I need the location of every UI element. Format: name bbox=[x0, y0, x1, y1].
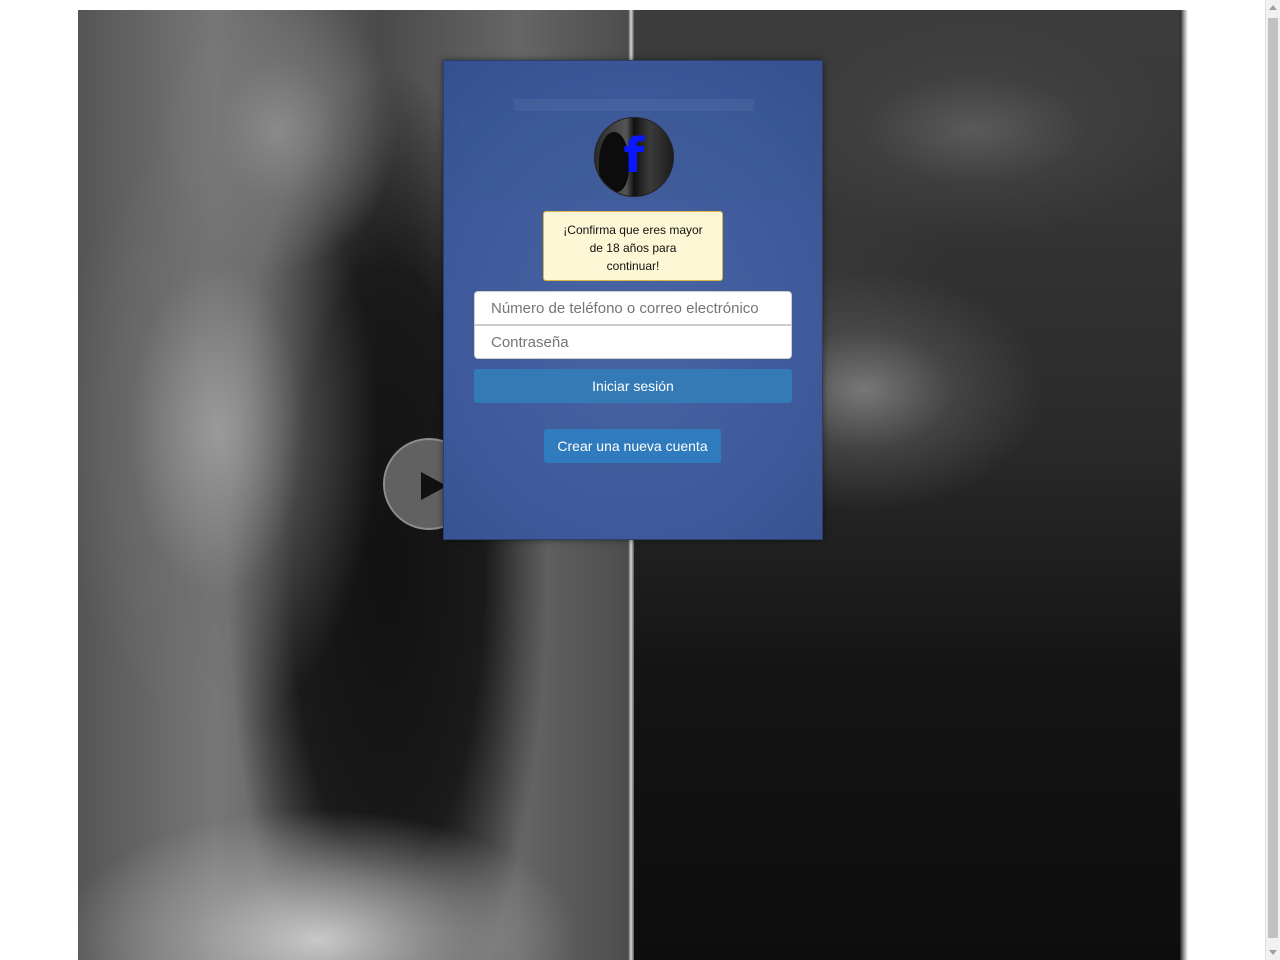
login-card: f ¡Confirma que eres mayor de 18 años pa… bbox=[443, 60, 823, 540]
card-header-strip bbox=[514, 99, 754, 111]
login-button[interactable]: Iniciar sesión bbox=[474, 369, 792, 403]
age-confirmation-notice: ¡Confirma que eres mayor de 18 años para… bbox=[543, 211, 723, 281]
create-account-button[interactable]: Crear una nueva cuenta bbox=[544, 429, 721, 463]
email-field[interactable] bbox=[474, 291, 792, 325]
facebook-logo-icon: f bbox=[623, 128, 645, 184]
scrollbar-thumb[interactable] bbox=[1268, 18, 1278, 938]
scroll-up-arrow-icon[interactable] bbox=[1269, 5, 1277, 10]
password-field[interactable] bbox=[474, 325, 792, 359]
profile-avatar: f bbox=[594, 117, 674, 197]
scrollbar[interactable] bbox=[1265, 0, 1280, 960]
page: f ¡Confirma que eres mayor de 18 años pa… bbox=[0, 0, 1280, 960]
background-edge bbox=[1180, 10, 1188, 960]
scroll-down-arrow-icon[interactable] bbox=[1269, 950, 1277, 955]
